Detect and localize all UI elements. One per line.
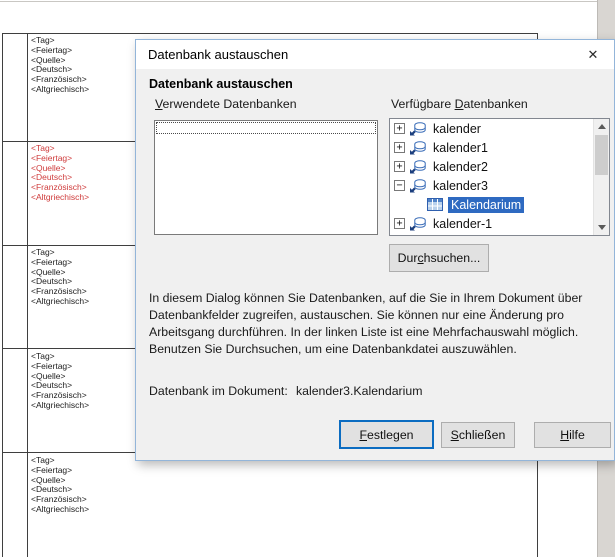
description-line: Benutzen Sie Durchsuchen, um eine Datenb… [149, 341, 582, 358]
tree-item[interactable]: +kalender-11 [390, 233, 593, 235]
section-title: Datenbank austauschen [149, 77, 293, 91]
description-line: Arbeitsgang durchführen. In der linken L… [149, 324, 582, 341]
field-placeholder: <Altgriechisch> [31, 401, 89, 411]
tree-item[interactable]: Kalendarium [390, 195, 593, 214]
description-line: Datenbankfelder zugreifen, austauschen. … [149, 307, 582, 324]
label-mnemonic: V [155, 97, 163, 111]
help-button[interactable]: Hilfe [534, 422, 611, 448]
button-text: chließen [459, 428, 505, 442]
document-field-block: <Tag><Feiertag><Quelle><Deutsch><Französ… [31, 456, 89, 515]
expand-icon[interactable]: + [394, 123, 405, 134]
tree-item-label[interactable]: kalender2 [430, 159, 491, 175]
label-text: Verfügbare [391, 97, 455, 111]
listbox-focus-row [156, 122, 376, 134]
table-left-border [2, 33, 3, 557]
exchange-database-dialog: Datenbank austauschen ✕ Datenbank austau… [135, 39, 615, 461]
document-field-block: <Tag><Feiertag><Quelle><Deutsch><Französ… [31, 36, 89, 95]
tree-rows: + kalender + kalender1 + kalender2 − kalender3 K… [390, 119, 593, 235]
field-placeholder: <Altgriechisch> [31, 193, 89, 203]
label-text: atenbanken [463, 97, 527, 111]
scroll-up-icon[interactable] [594, 119, 609, 134]
expand-icon[interactable]: + [394, 218, 405, 229]
dialog-titlebar[interactable]: Datenbank austauschen ✕ [136, 40, 614, 69]
tree-item-label[interactable]: kalender3 [430, 178, 491, 194]
tree-item[interactable]: + kalender [390, 119, 593, 138]
document-field-block: <Tag><Feiertag><Quelle><Deutsch><Französ… [31, 144, 89, 203]
browse-button[interactable]: Durchsuchen... [389, 244, 489, 272]
button-text: estlegen [367, 428, 414, 442]
tree-item[interactable]: + kalender2 [390, 157, 593, 176]
collapse-icon[interactable]: − [394, 180, 405, 191]
tree-item-label[interactable]: kalender1 [430, 140, 491, 156]
database-icon [409, 179, 427, 193]
description-line: In diesem Dialog können Sie Datenbanken,… [149, 290, 582, 307]
document-field-block: <Tag><Feiertag><Quelle><Deutsch><Französ… [31, 352, 89, 411]
dialog-close-button[interactable]: ✕ [572, 40, 614, 69]
label-text: erwendete Datenbanken [163, 97, 297, 111]
close-button[interactable]: Schließen [441, 422, 515, 448]
database-icon [409, 141, 427, 155]
expand-icon[interactable]: + [394, 161, 405, 172]
field-placeholder: <Altgriechisch> [31, 297, 89, 307]
document-top-border [0, 1, 597, 2]
dialog-description: In diesem Dialog können Sie Datenbanken,… [149, 290, 582, 358]
writer-window: <Tag><Feiertag><Quelle><Deutsch><Französ… [0, 0, 615, 557]
document-field-block: <Tag><Feiertag><Quelle><Deutsch><Französ… [31, 248, 89, 307]
dialog-title: Datenbank austauschen [148, 47, 288, 62]
tree-item[interactable]: − kalender3 [390, 176, 593, 195]
used-databases-label: Verwendete Datenbanken [155, 97, 297, 111]
database-icon [409, 217, 427, 231]
close-icon: ✕ [588, 47, 599, 63]
button-mnemonic: H [560, 428, 569, 442]
indent-spacer [412, 199, 423, 210]
tree-item-label[interactable]: kalender-1 [430, 216, 495, 232]
button-mnemonic: F [359, 428, 367, 442]
database-icon [409, 160, 427, 174]
table-column-border [27, 33, 28, 557]
available-databases-label: Verfügbare Datenbanken [391, 97, 528, 111]
tree-item-label[interactable]: kalender-11 [430, 235, 501, 236]
button-text: Dur [398, 251, 418, 265]
field-placeholder: <Altgriechisch> [31, 505, 89, 515]
scroll-down-icon[interactable] [594, 220, 609, 235]
expand-icon[interactable]: + [394, 142, 405, 153]
database-in-document-value: kalender3.Kalendarium [296, 384, 422, 398]
database-in-document-label: Datenbank im Dokument: [149, 384, 288, 398]
tree-item-label[interactable]: Kalendarium [448, 197, 524, 213]
tree-scrollbar[interactable] [593, 119, 609, 235]
button-text: ilfe [569, 428, 585, 442]
table-row-border [2, 33, 538, 34]
available-databases-tree[interactable]: + kalender + kalender1 + kalender2 − kalender3 K… [389, 118, 610, 236]
field-placeholder: <Altgriechisch> [31, 85, 89, 95]
tree-item[interactable]: + kalender1 [390, 138, 593, 157]
button-text: hsuchen... [424, 251, 481, 265]
used-databases-listbox[interactable] [154, 120, 378, 235]
database-icon [409, 122, 427, 136]
button-mnemonic: S [451, 428, 459, 442]
tree-item-label[interactable]: kalender [430, 121, 484, 137]
table-icon [427, 198, 445, 212]
scrollbar-thumb[interactable] [595, 135, 608, 175]
tree-item[interactable]: + kalender-1 [390, 214, 593, 233]
define-button[interactable]: Festlegen [339, 420, 434, 449]
